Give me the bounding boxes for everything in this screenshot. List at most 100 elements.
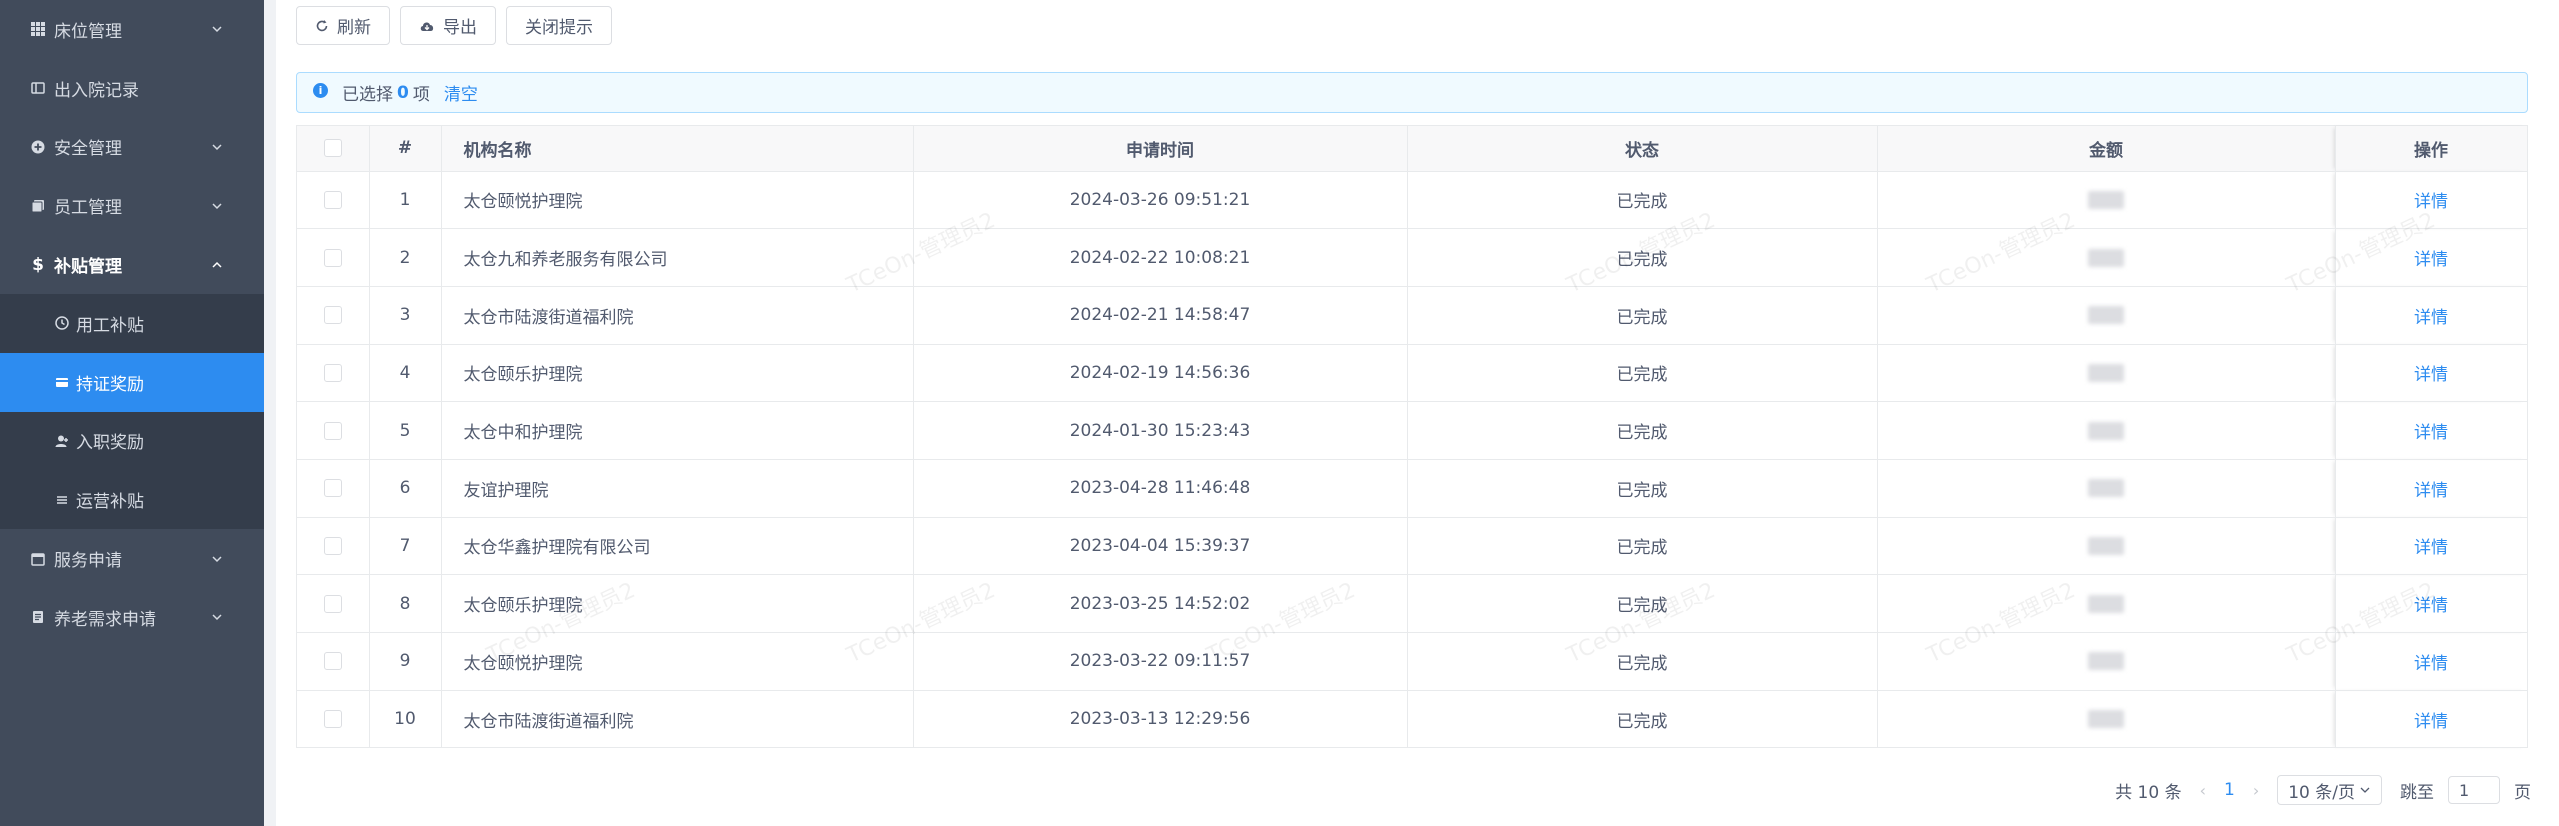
sidebar-item-service-application[interactable]: 服务申请 bbox=[0, 529, 264, 588]
row-amount bbox=[1877, 690, 2336, 749]
detail-link[interactable]: 详情 bbox=[2414, 192, 2448, 212]
row-actions: 详情 bbox=[2335, 228, 2528, 287]
sidebar-subitem-label: 持证奖励 bbox=[76, 374, 144, 395]
jump-page-input[interactable] bbox=[2448, 776, 2500, 804]
row-amount bbox=[1877, 632, 2336, 691]
row-checkbox[interactable] bbox=[323, 421, 342, 440]
row-org-name: 太仓市陆渡街道福利院 bbox=[441, 690, 914, 749]
row-checkbox[interactable] bbox=[323, 248, 342, 267]
row-amount bbox=[1877, 171, 2336, 230]
select-all-cell bbox=[297, 126, 370, 172]
record-icon bbox=[30, 80, 46, 96]
detail-link[interactable]: 详情 bbox=[2414, 365, 2448, 385]
subsidy-submenu: 用工补贴 持证奖励 入职奖励 运营补贴 bbox=[0, 293, 264, 530]
detail-link[interactable]: 详情 bbox=[2414, 250, 2448, 270]
row-index: 9 bbox=[369, 632, 442, 691]
row-checkbox[interactable] bbox=[323, 479, 342, 498]
page-size-select[interactable]: 10 条/页 bbox=[2277, 775, 2382, 805]
row-checkbox[interactable] bbox=[323, 306, 342, 325]
card-icon bbox=[54, 374, 70, 390]
refresh-button[interactable]: 刷新 bbox=[296, 6, 390, 45]
table-row: 1 太仓颐悦护理院 2024-03-26 09:51:21 已完成 详情 bbox=[297, 171, 2528, 230]
clear-selection-link[interactable]: 清空 bbox=[444, 80, 478, 105]
redacted-amount bbox=[2088, 248, 2124, 267]
row-checkbox[interactable] bbox=[323, 536, 342, 555]
row-org-name: 太仓颐悦护理院 bbox=[441, 171, 914, 230]
detail-link[interactable]: 详情 bbox=[2414, 423, 2448, 443]
toolbar: 刷新 导出 关闭提示 bbox=[296, 6, 612, 45]
row-checkbox[interactable] bbox=[323, 190, 342, 209]
table-row: 8 太仓颐乐护理院 2023-03-25 14:52:02 已完成 详情 bbox=[297, 574, 2528, 633]
table-row: 7 太仓华鑫护理院有限公司 2023-04-04 15:39:37 已完成 详情 bbox=[297, 517, 2528, 576]
sidebar-item-safety-management[interactable]: 安全管理 bbox=[0, 118, 264, 177]
row-org-name: 太仓华鑫护理院有限公司 bbox=[441, 517, 914, 576]
column-header-org-name: 机构名称 bbox=[441, 126, 914, 172]
detail-link[interactable]: 详情 bbox=[2414, 308, 2448, 328]
row-org-name: 太仓中和护理院 bbox=[441, 401, 914, 460]
clock-icon bbox=[54, 315, 70, 331]
row-status: 已完成 bbox=[1407, 344, 1878, 403]
redacted-amount bbox=[2088, 536, 2124, 555]
chevron-up-icon bbox=[212, 261, 222, 268]
row-checkbox[interactable] bbox=[323, 652, 342, 671]
detail-link[interactable]: 详情 bbox=[2414, 654, 2448, 674]
table-row: 9 太仓颐悦护理院 2023-03-22 09:11:57 已完成 详情 bbox=[297, 632, 2528, 691]
sidebar-item-bed-management[interactable]: 床位管理 bbox=[0, 0, 264, 59]
column-header-actions: 操作 bbox=[2335, 126, 2528, 172]
detail-link[interactable]: 详情 bbox=[2414, 538, 2448, 558]
sidebar-subitem-label: 入职奖励 bbox=[76, 433, 144, 454]
prev-page-icon[interactable]: ‹ bbox=[2200, 781, 2206, 800]
row-actions: 详情 bbox=[2335, 401, 2528, 460]
redacted-amount bbox=[2088, 479, 2124, 498]
row-index: 10 bbox=[369, 690, 442, 749]
sidebar-subitem-label: 用工补贴 bbox=[76, 315, 144, 336]
chevron-down-icon bbox=[212, 203, 222, 209]
detail-link[interactable]: 详情 bbox=[2414, 712, 2448, 732]
page-unit-label: 页 bbox=[2514, 782, 2531, 803]
sidebar-subitem-certificate-reward[interactable]: 持证奖励 bbox=[0, 352, 264, 412]
sidebar-item-staff-management[interactable]: 员工管理 bbox=[0, 176, 264, 235]
row-checkbox[interactable] bbox=[323, 710, 342, 729]
sidebar-subitem-onboarding-reward[interactable]: 入职奖励 bbox=[0, 412, 264, 471]
sidebar-item-label: 补贴管理 bbox=[54, 257, 122, 278]
row-checkbox[interactable] bbox=[323, 594, 342, 613]
sidebar-subitem-operating-subsidy[interactable]: 运营补贴 bbox=[0, 470, 264, 529]
page-number-1[interactable]: 1 bbox=[2224, 780, 2235, 800]
row-select-cell bbox=[297, 228, 370, 287]
row-select-cell bbox=[297, 632, 370, 691]
sidebar-subitem-employment-subsidy[interactable]: 用工补贴 bbox=[0, 294, 264, 353]
row-status: 已完成 bbox=[1407, 517, 1878, 576]
document-icon bbox=[30, 609, 46, 625]
close-tip-button[interactable]: 关闭提示 bbox=[506, 6, 612, 45]
selection-suffix: 项 bbox=[412, 85, 430, 105]
sidebar-item-elderly-care-application[interactable]: 养老需求申请 bbox=[0, 588, 264, 647]
detail-link[interactable]: 详情 bbox=[2414, 481, 2448, 501]
row-checkbox[interactable] bbox=[323, 363, 342, 382]
detail-link[interactable]: 详情 bbox=[2414, 596, 2448, 616]
data-table: # 机构名称 申请时间 状态 金额 操作 1 太仓颐悦护理院 2024-03-26 … bbox=[296, 125, 2528, 749]
table-row: 10 太仓市陆渡街道福利院 2023-03-13 12:29:56 已完成 详情 bbox=[297, 690, 2528, 749]
chevron-down-icon bbox=[2360, 787, 2370, 793]
table-row: 6 友谊护理院 2023-04-28 11:46:48 已完成 详情 bbox=[297, 459, 2528, 518]
dollar-icon: $ bbox=[32, 254, 44, 275]
next-page-icon[interactable]: › bbox=[2253, 781, 2259, 800]
pagination: 共 10 条 ‹ 1 › 10 条/页 跳至 页 bbox=[2097, 775, 2531, 805]
sidebar-item-subsidy-management[interactable]: $ 补贴管理 bbox=[0, 235, 264, 294]
select-all-checkbox[interactable] bbox=[323, 139, 342, 158]
sidebar-item-label: 床位管理 bbox=[54, 21, 122, 42]
row-index: 3 bbox=[369, 286, 442, 345]
export-button[interactable]: 导出 bbox=[400, 6, 496, 45]
sidebar-item-label: 养老需求申请 bbox=[54, 609, 156, 630]
row-org-name: 太仓颐乐护理院 bbox=[441, 344, 914, 403]
user-add-icon bbox=[54, 433, 70, 449]
redacted-amount bbox=[2088, 363, 2124, 382]
redacted-amount bbox=[2088, 594, 2124, 613]
sidebar-item-admission-records[interactable]: 出入院记录 bbox=[0, 59, 264, 118]
cloud-download-icon bbox=[420, 21, 434, 31]
sidebar-item-label: 出入院记录 bbox=[54, 80, 139, 101]
copy-icon bbox=[30, 198, 46, 214]
row-select-cell bbox=[297, 344, 370, 403]
row-amount bbox=[1877, 459, 2336, 518]
row-apply-time: 2024-02-22 10:08:21 bbox=[913, 228, 1408, 287]
row-actions: 详情 bbox=[2335, 690, 2528, 749]
